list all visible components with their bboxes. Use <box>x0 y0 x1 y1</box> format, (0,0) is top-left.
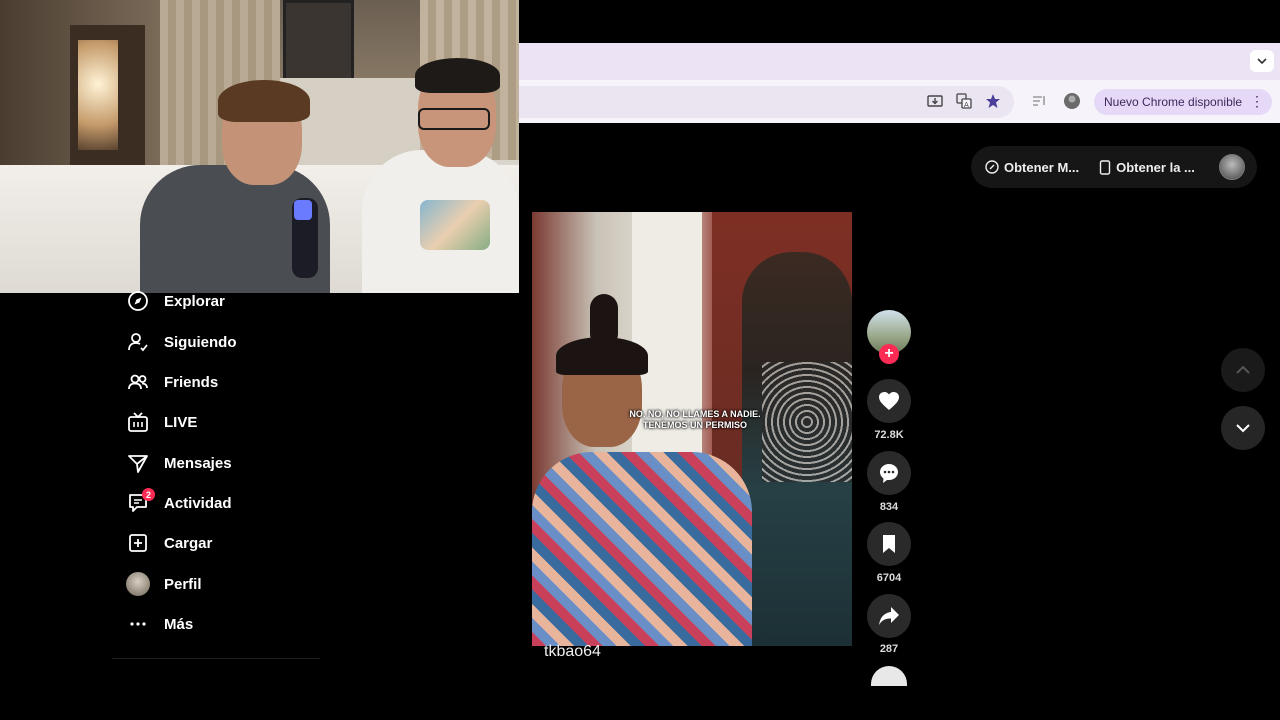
notification-badge: 2 <box>142 488 155 501</box>
phone-icon <box>1099 159 1111 175</box>
sidebar-item-mas[interactable]: Más <box>126 609 326 639</box>
sidebar-item-label: Mensajes <box>164 454 232 472</box>
sidebar-item-perfil[interactable]: Perfil <box>126 569 326 599</box>
like-count: 72.8K <box>874 429 904 441</box>
webcam-overlay <box>0 0 519 293</box>
sidebar-item-mensajes[interactable]: Mensajes <box>126 448 326 478</box>
ellipsis-icon <box>126 612 150 636</box>
share-icon <box>879 607 899 625</box>
subtitle-line: NO, NO, NO LLAMES A NADIE. <box>629 409 761 419</box>
sidebar-item-label: Cargar <box>164 534 213 552</box>
subtitle-line: TENEMOS UN PERMISO <box>642 420 747 430</box>
video-author-username[interactable]: tkbao64 <box>544 643 601 661</box>
like-button[interactable] <box>867 379 911 423</box>
webcam-shirt-print <box>420 200 490 250</box>
heart-icon <box>879 392 899 410</box>
get-coins-button[interactable]: Obtener M... <box>985 160 1079 175</box>
sidebar-item-explorar[interactable]: Explorar <box>126 286 326 316</box>
sidebar-item-label: Siguiendo <box>164 333 237 351</box>
sidebar-item-friends[interactable]: Friends <box>126 367 326 397</box>
webcam-glasses <box>418 108 490 130</box>
more-vertical-icon: ⋮ <box>1250 93 1264 109</box>
webcam-lamp <box>78 40 118 150</box>
header-actions: Obtener M... Obtener la ... <box>971 146 1257 188</box>
live-tv-icon <box>126 410 150 434</box>
video-player[interactable]: NO, NO, NO LLAMES A NADIE. TENEMOS UN PE… <box>532 212 852 646</box>
sidebar-item-label: LIVE <box>164 413 198 431</box>
follow-button[interactable]: + <box>879 344 899 364</box>
chrome-update-button[interactable]: Nuevo Chrome disponible ⋮ <box>1094 89 1272 115</box>
friends-icon <box>126 370 150 394</box>
translate-icon[interactable]: A <box>955 92 973 110</box>
user-avatar[interactable] <box>1218 154 1245 180</box>
sidebar-item-siguiendo[interactable]: Siguiendo <box>126 327 326 357</box>
person-follow-icon <box>126 330 150 354</box>
sidebar-item-label: Más <box>164 615 194 633</box>
sidebar-item-cargar[interactable]: Cargar <box>126 528 326 558</box>
coin-icon <box>985 160 999 174</box>
music-disc[interactable] <box>871 666 907 686</box>
reading-list-icon[interactable] <box>1030 92 1048 110</box>
sidebar-item-label: Perfil <box>164 575 202 593</box>
share-button[interactable] <box>867 594 911 638</box>
webcam-microphone-light <box>294 200 312 220</box>
chevron-up-icon <box>1236 365 1250 374</box>
activity-icon: 2 <box>126 488 155 515</box>
sidebar-divider <box>112 658 320 659</box>
plus-square-icon <box>126 531 150 555</box>
svg-text:A: A <box>964 101 969 109</box>
profile-icon[interactable] <box>1063 92 1081 110</box>
webcam-person-left-hair <box>218 80 310 122</box>
tab-search-button[interactable] <box>1250 50 1274 72</box>
video-scene-woman-bun <box>590 294 618 348</box>
comment-icon <box>880 464 898 483</box>
compass-icon <box>126 289 150 313</box>
get-app-button[interactable]: Obtener la ... <box>1099 160 1195 175</box>
tab-strip <box>519 43 1280 80</box>
sidebar-item-live[interactable]: LIVE <box>126 407 326 437</box>
sidebar-item-label: Actividad <box>164 494 232 512</box>
bookmark-icon <box>883 535 895 553</box>
get-app-label: Obtener la ... <box>1116 159 1195 175</box>
webcam-person-right-hair <box>415 58 500 93</box>
previous-video-button[interactable] <box>1221 348 1265 392</box>
chrome-update-label: Nuevo Chrome disponible <box>1104 95 1243 109</box>
sidebar-item-label: Explorar <box>164 292 225 310</box>
save-button[interactable] <box>867 522 911 566</box>
comment-button[interactable] <box>867 451 911 495</box>
chevron-down-icon <box>1257 58 1267 64</box>
install-icon[interactable] <box>926 92 944 110</box>
video-scene-jacket <box>532 452 752 646</box>
paper-plane-icon <box>126 451 150 475</box>
share-count: 287 <box>879 643 899 655</box>
chevron-down-icon <box>1236 424 1250 433</box>
get-coins-label: Obtener M... <box>1004 159 1080 175</box>
video-subtitle: NO, NO, NO LLAMES A NADIE. TENEMOS UN PE… <box>600 409 790 431</box>
save-count: 6704 <box>876 572 902 584</box>
next-video-button[interactable] <box>1221 406 1265 450</box>
sidebar-item-actividad[interactable]: 2 Actividad <box>126 488 326 518</box>
star-icon[interactable] <box>984 92 1002 110</box>
comment-count: 834 <box>879 501 899 513</box>
avatar <box>126 572 150 596</box>
webcam-wall-art <box>283 0 354 84</box>
sidebar-item-label: Friends <box>164 373 219 391</box>
